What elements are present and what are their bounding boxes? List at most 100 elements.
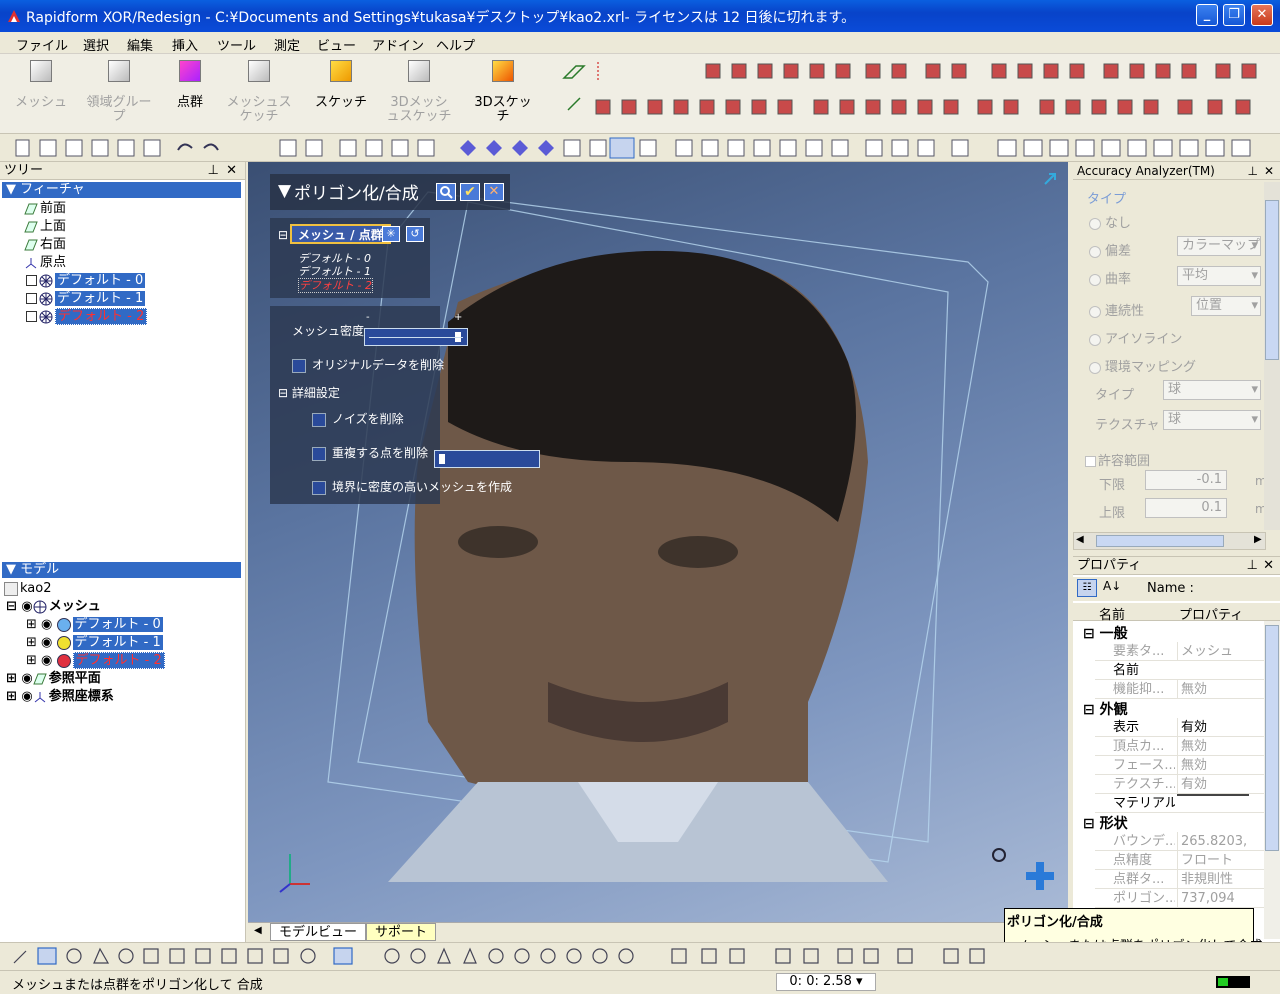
category-appearance[interactable]: ⊟ 外観 (1083, 699, 1128, 719)
upper-input[interactable]: 0.1 (1145, 498, 1227, 518)
minimize-button[interactable]: _ (1196, 4, 1218, 26)
menu-view[interactable]: ビュー (317, 35, 356, 54)
source-item[interactable]: デフォルト - 0 (298, 252, 373, 265)
property-row[interactable]: ポリゴン... 737,094 (1095, 889, 1280, 908)
radio-deviation[interactable] (1089, 245, 1101, 258)
tab-support[interactable]: サポート (366, 923, 437, 941)
property-value[interactable]: 非規則性 (1177, 870, 1249, 889)
radio-none[interactable] (1089, 217, 1101, 230)
menu-insert[interactable]: 挿入 (172, 35, 198, 54)
tree-item-default-1[interactable]: デフォルト - 1 (26, 290, 146, 308)
menu-select[interactable]: 選択 (83, 35, 109, 54)
filter-icon[interactable]: ✳ (382, 226, 400, 242)
menu-file[interactable]: ファイル (16, 35, 68, 54)
type2-select[interactable]: 球 (1163, 380, 1261, 400)
option-isoline[interactable]: アイソライン (1089, 328, 1182, 347)
property-row[interactable]: 要素タ... メッシュ (1095, 642, 1280, 661)
collapse-box-icon[interactable]: ⊟ (278, 228, 288, 242)
model-ref-plane[interactable]: ⊞ ◉ 参照平面 (6, 670, 101, 688)
model-child-0[interactable]: ⊞ ◉ デフォルト - 0 (26, 616, 163, 634)
duplicate-slider[interactable] (434, 450, 540, 468)
feature-section-header[interactable]: ▼ フィーチャ (2, 182, 241, 198)
ok-button[interactable]: ✔ (460, 183, 480, 201)
radio-curvature[interactable] (1089, 273, 1101, 286)
property-value[interactable]: 無効 (1177, 756, 1249, 775)
property-value[interactable]: フロート (1177, 851, 1249, 870)
option-deviation[interactable]: 偏差 (1089, 240, 1131, 259)
model-section-header[interactable]: ▼ モデル (2, 562, 241, 578)
average-select[interactable]: 平均 (1177, 266, 1261, 286)
property-row[interactable]: マテリアル (1095, 794, 1280, 813)
tree-item-default-0[interactable]: デフォルト - 0 (26, 272, 146, 290)
close-button[interactable]: ✕ (1251, 4, 1273, 26)
option-continuity[interactable]: 連続性 (1089, 300, 1144, 319)
option-none[interactable]: なし (1089, 212, 1131, 231)
menu-help[interactable]: ヘルプ (436, 35, 475, 54)
menu-addin[interactable]: アドイン (372, 35, 424, 54)
point-cloud-tool[interactable]: 点群 (155, 60, 225, 110)
tab-model-view[interactable]: モデルビュー (270, 923, 367, 941)
expand-icon[interactable] (1043, 172, 1057, 186)
bottom-toolbar-icons[interactable] (0, 943, 1000, 969)
mesh-pointcloud-tab[interactable]: メッシュ / 点群 (290, 224, 391, 244)
option-curvature[interactable]: 曲率 (1089, 268, 1131, 287)
position-select[interactable]: 位置 (1191, 296, 1261, 316)
source-list[interactable]: デフォルト - 0 デフォルト - 1 デフォルト - 2 (298, 252, 373, 293)
option-envmap[interactable]: 環境マッピング (1089, 356, 1196, 375)
lower-input[interactable]: -0.1 (1145, 470, 1227, 490)
standard-toolbar-icons[interactable] (0, 134, 1280, 162)
scroll-left-icon[interactable]: ◀ (1076, 534, 1084, 545)
property-value[interactable]: 無効 (1177, 737, 1249, 756)
property-value[interactable]: 有効 (1177, 718, 1249, 737)
properties-scrollbar[interactable] (1264, 621, 1280, 939)
source-item-selected[interactable]: デフォルト - 2 (298, 278, 373, 293)
menu-tools[interactable]: ツール (217, 35, 256, 54)
horizontal-scrollbar[interactable]: ◀ ▶ (1073, 532, 1266, 550)
radio-isoline[interactable] (1089, 333, 1101, 346)
cancel-button[interactable]: ✕ (484, 183, 504, 201)
property-row[interactable]: 名前 (1095, 661, 1280, 680)
categorized-icon[interactable]: ☷ (1077, 579, 1097, 597)
tree-item-origin[interactable]: 原点 (24, 254, 66, 272)
visibility-checkbox[interactable] (26, 311, 37, 322)
radio-envmap[interactable] (1089, 361, 1101, 374)
category-general[interactable]: ⊟ 一般 (1083, 623, 1128, 643)
zoom-icon[interactable] (992, 848, 1006, 862)
property-value[interactable]: メッシュ (1177, 642, 1249, 661)
visibility-checkbox[interactable] (26, 275, 37, 286)
tree-item-right[interactable]: 右面 (24, 236, 66, 254)
vertical-scrollbar[interactable] (1264, 182, 1280, 530)
property-row[interactable]: 点精度 フロート (1095, 851, 1280, 870)
duplicate-option[interactable]: 重複する点を削除 (312, 444, 428, 461)
close-icon[interactable]: ✕ (226, 162, 237, 180)
menu-edit[interactable]: 編集 (127, 35, 153, 54)
scroll-right-icon[interactable]: ▶ (1254, 534, 1262, 545)
property-row[interactable]: 点群タ... 非規則性 (1095, 870, 1280, 889)
preview-button[interactable] (436, 183, 456, 201)
tree-item-front[interactable]: 前面 (24, 200, 66, 218)
vscroll-thumb[interactable] (1265, 200, 1279, 360)
boundary-option[interactable]: 境界に密度の高いメッシュを作成 (312, 478, 512, 495)
tree-item-top[interactable]: 上面 (24, 218, 66, 236)
colormap-select[interactable]: カラーマップ (1177, 236, 1261, 256)
property-row[interactable]: バウンデ...265.8203, ... (1095, 832, 1280, 851)
delete-original-option[interactable]: オリジナルデータを削除 (292, 356, 444, 373)
noise-option[interactable]: ノイズを削除 (312, 410, 404, 427)
property-row[interactable]: 表示 有効 (1095, 718, 1280, 737)
reset-icon[interactable]: ↺ (406, 226, 424, 242)
pin-icon[interactable]: ⊥ (1248, 162, 1258, 180)
property-row[interactable]: 頂点カ... 無効 (1095, 737, 1280, 756)
model-root[interactable]: kao2 (4, 580, 52, 598)
model-mesh[interactable]: ⊟ ◉ メッシュ (6, 598, 101, 616)
property-value[interactable]: 265.8203, ... (1177, 832, 1249, 851)
visibility-checkbox[interactable] (26, 293, 37, 304)
mesh-sketch-button[interactable]: メッシュスケッチ (224, 60, 294, 124)
property-value[interactable]: 無効 (1177, 680, 1249, 699)
category-shape[interactable]: ⊟ 形状 (1083, 813, 1128, 833)
region-group-tool[interactable]: 領域グループ (84, 60, 154, 124)
pin-icon[interactable]: ⊥ (1247, 557, 1258, 575)
3d-sketch-button[interactable]: 3Dスケッチ (468, 60, 538, 124)
maximize-button[interactable]: ❐ (1223, 4, 1245, 26)
slider-thumb[interactable] (439, 454, 445, 464)
density-slider[interactable] (364, 328, 468, 346)
